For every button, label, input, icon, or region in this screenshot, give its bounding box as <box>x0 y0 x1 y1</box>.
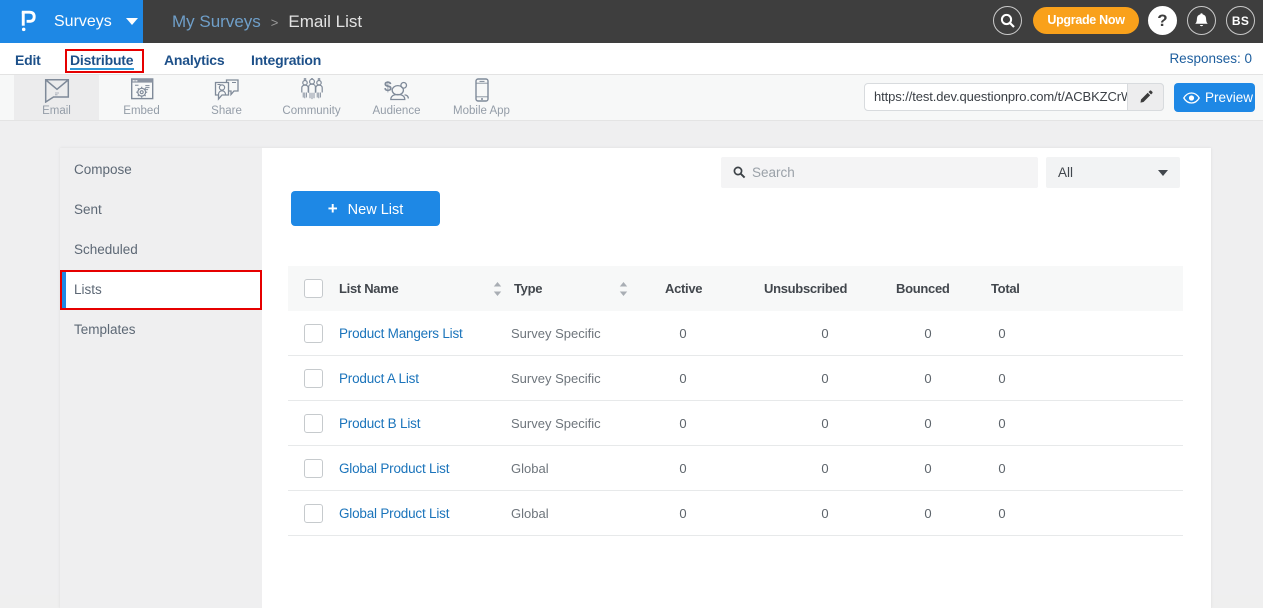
svg-text:$: $ <box>384 78 392 94</box>
